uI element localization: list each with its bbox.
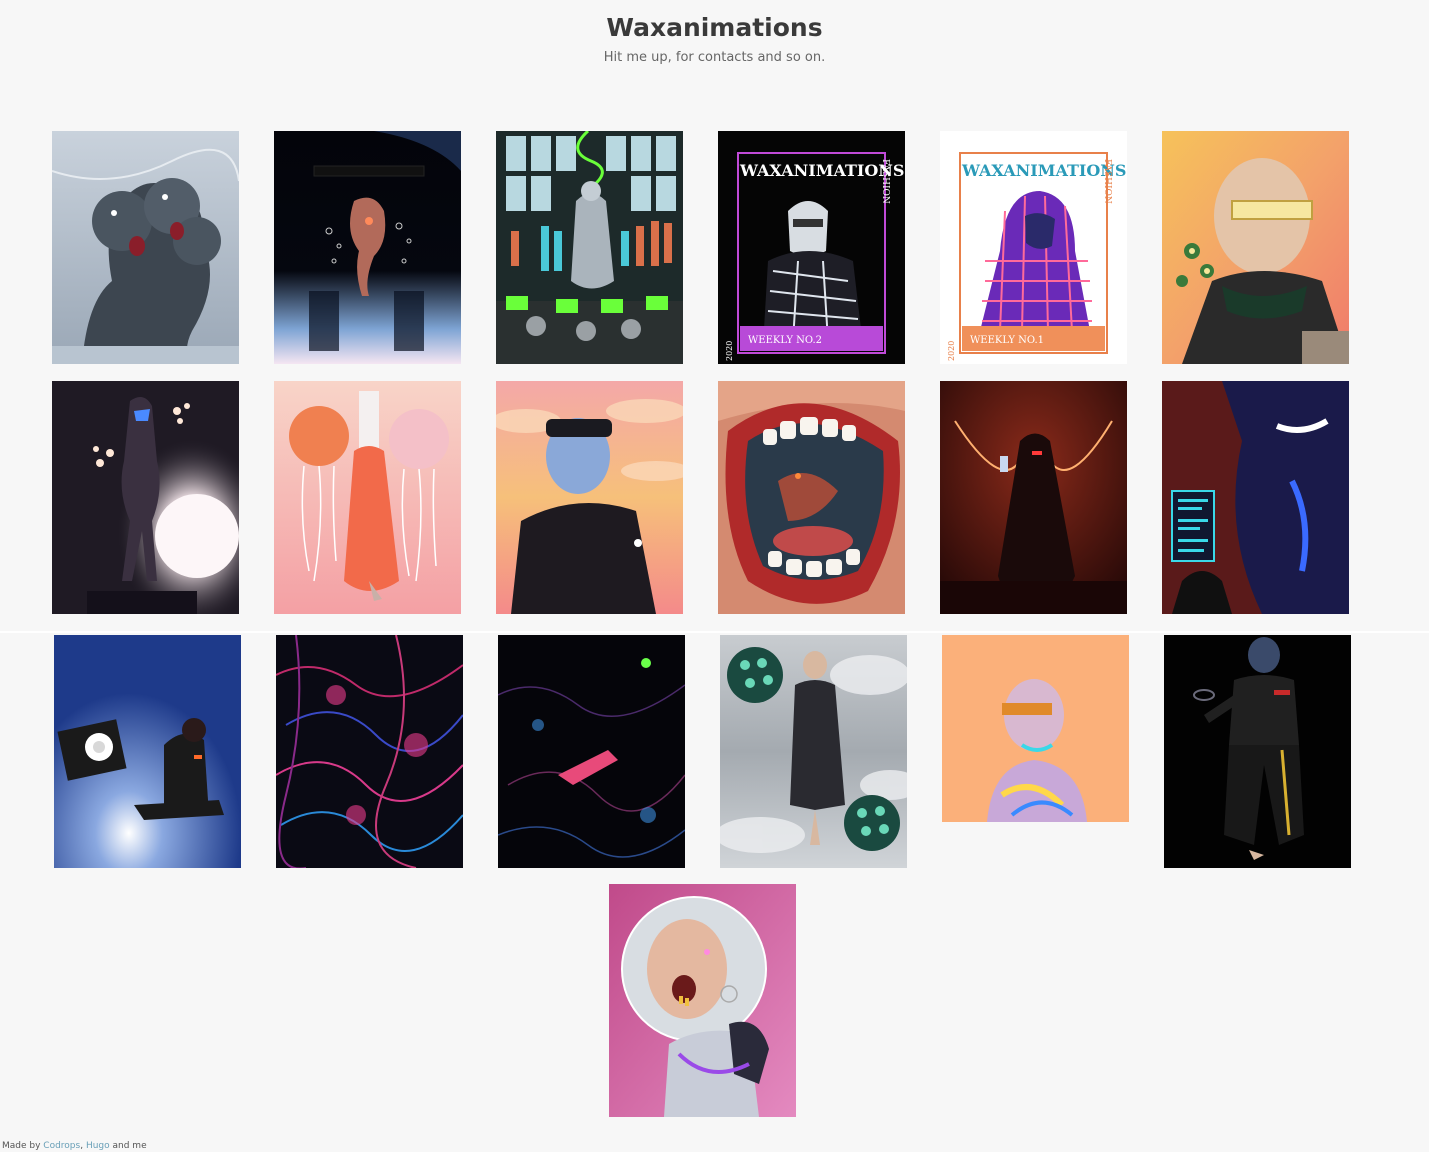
page-subtitle: Hit me up, for contacts and so on. [603, 50, 826, 65]
artwork-image [718, 381, 905, 614]
gallery-item-visor-flowers[interactable] [1162, 131, 1349, 364]
cover-side-label: FASHION [1102, 159, 1112, 204]
footer: Made by Codrops, Hugo and me [2, 1141, 147, 1151]
artwork-image [52, 131, 239, 364]
artwork-image [940, 381, 1127, 614]
gallery-item-marble-heads[interactable] [52, 131, 239, 364]
footer-prefix: Made by [2, 1141, 44, 1151]
page: Waxanimations Hit me up, for contacts an… [0, 0, 1429, 1152]
gallery-item-cover-weekly-1[interactable]: WAXANIMATIONS FASHION WEEKLY NO.1 2020 [940, 131, 1127, 364]
gallery-item-lab-robots[interactable] [496, 131, 683, 364]
gallery-item-target-sign[interactable] [1162, 381, 1349, 614]
artwork-image [496, 131, 683, 364]
artwork-image [498, 635, 685, 868]
artwork-image [1162, 381, 1349, 614]
hugo-link[interactable]: Hugo [86, 1141, 110, 1151]
artwork-image [942, 635, 1129, 822]
codrops-link[interactable]: Codrops [43, 1141, 80, 1151]
cover-issue: WEEKLY NO.2 [748, 335, 822, 346]
gallery-item-jellyfish[interactable] [274, 381, 461, 614]
gallery-item-cover-weekly-2[interactable]: WAXANIMATIONS FASHION WEEKLY NO.2 2020 [718, 131, 905, 364]
gallery-item-open-mouth-bald[interactable] [609, 884, 796, 1117]
gallery-item-hoodie-dark[interactable] [1164, 635, 1351, 868]
cover-issue: WEEKLY NO.1 [970, 335, 1044, 346]
gallery-item-chrome-statue[interactable] [52, 381, 239, 614]
gallery-item-sphere-clouds[interactable] [720, 635, 907, 868]
gallery-item-beanie-sky[interactable] [496, 381, 683, 614]
artwork-image [609, 884, 796, 1117]
artwork-image [1164, 635, 1351, 868]
artwork-image [496, 381, 683, 614]
header: Waxanimations Hit me up, for contacts an… [0, 12, 1429, 66]
cover-year: 2020 [725, 341, 734, 361]
artwork-image: WAXANIMATIONS FASHION WEEKLY NO.2 2020 [718, 131, 905, 364]
artwork-image [52, 381, 239, 614]
artwork-image [276, 635, 463, 868]
artwork-image [274, 131, 461, 364]
cover-side-label: FASHION [880, 159, 890, 204]
gallery-item-fractal-2[interactable] [498, 635, 685, 868]
cover-year: 2020 [947, 341, 956, 361]
artwork-image [274, 381, 461, 614]
artwork-image [54, 635, 241, 868]
cover-title: WAXANIMATIONS [739, 161, 904, 180]
page-title: Waxanimations [606, 13, 823, 42]
artwork-image: WAXANIMATIONS FASHION WEEKLY NO.1 2020 [940, 131, 1127, 364]
gallery-item-chrome-bust[interactable] [942, 635, 1129, 822]
gallery-item-cloak-red[interactable] [940, 381, 1127, 614]
footer-suffix: and me [109, 1141, 147, 1151]
row-divider [0, 631, 1429, 633]
gallery-item-floating-figure[interactable] [274, 131, 461, 364]
gallery-item-tv-sitting[interactable] [54, 635, 241, 868]
gallery-item-fractal-1[interactable] [276, 635, 463, 868]
cover-title: WAXANIMATIONS [961, 161, 1126, 180]
gallery-item-mouth[interactable] [718, 381, 905, 614]
artwork-image [720, 635, 907, 868]
artwork-image [1162, 131, 1349, 364]
